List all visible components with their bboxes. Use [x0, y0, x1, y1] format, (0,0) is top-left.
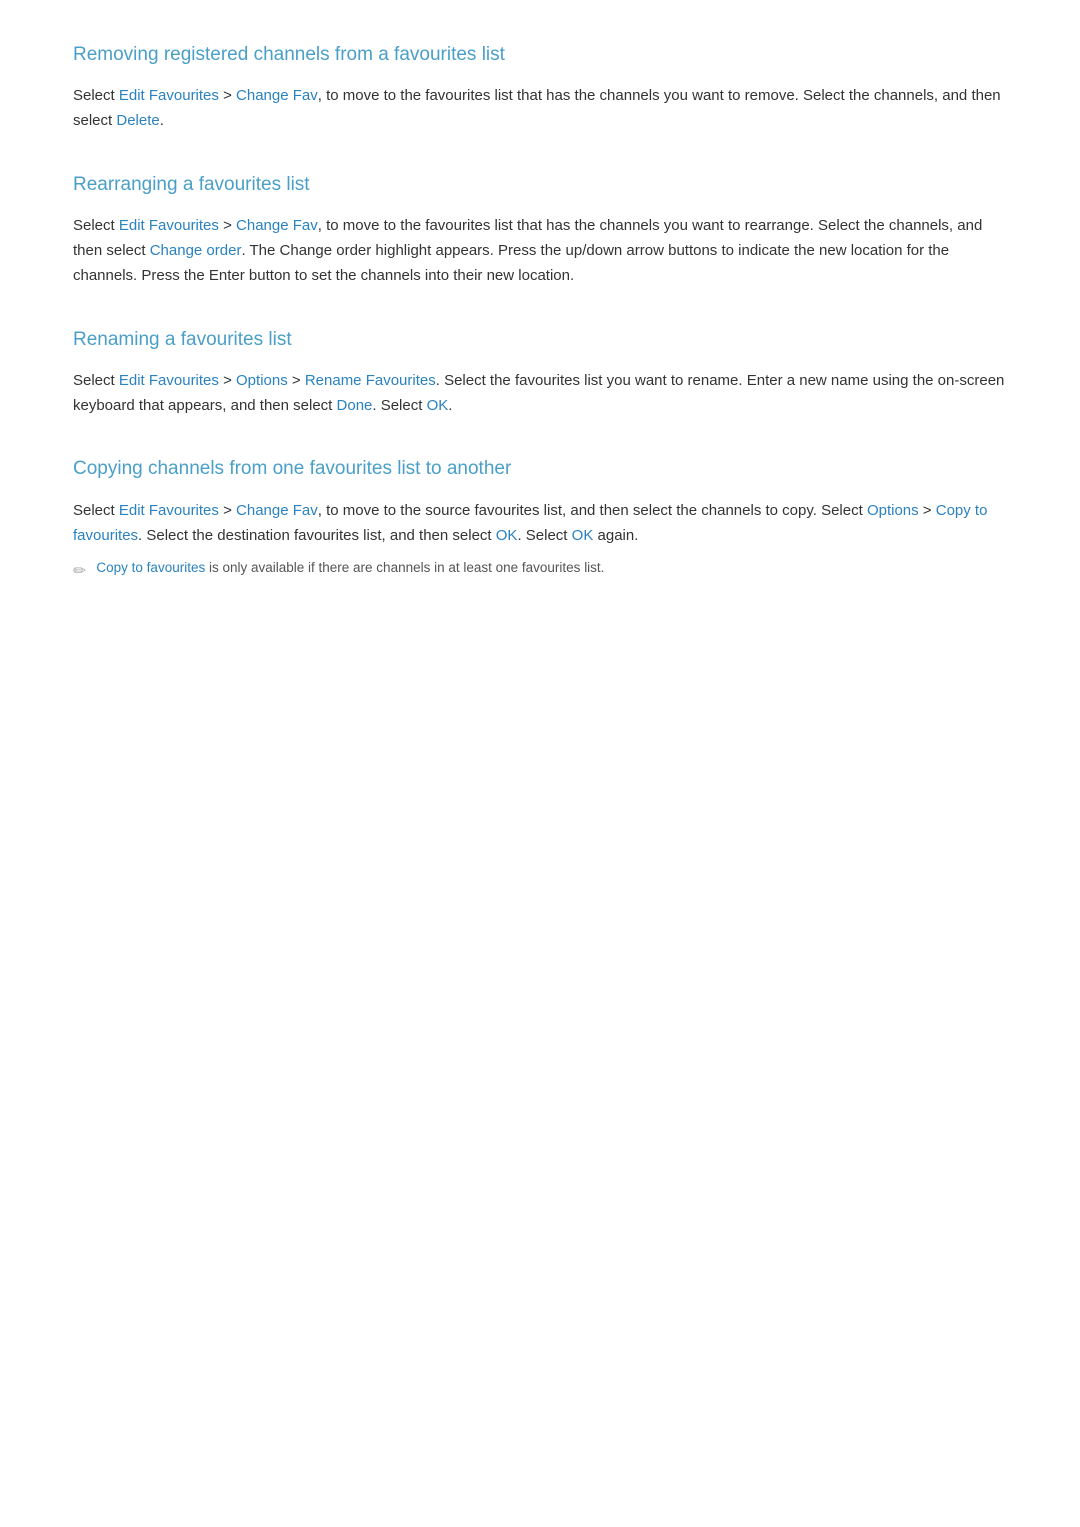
section-copying: Copying channels from one favourites lis…: [73, 454, 1007, 584]
highlight-change-fav-3: Change Fav: [236, 502, 318, 519]
section-title-rearranging: Rearranging a favourites list: [73, 170, 1007, 200]
highlight-edit-favourites-2: Edit Favourites: [119, 217, 219, 234]
highlight-rename-favourites: Rename Favourites: [305, 372, 436, 389]
section-body-removing: Select Edit Favourites > Change Fav, to …: [73, 84, 1007, 134]
highlight-edit-favourites-3: Edit Favourites: [119, 372, 219, 389]
highlight-delete: Delete: [116, 112, 159, 129]
note-highlight-copy-to-favourites: Copy to favourites: [96, 560, 205, 575]
highlight-edit-favourites-1: Edit Favourites: [119, 87, 219, 104]
highlight-change-fav-2: Change Fav: [236, 217, 318, 234]
highlight-change-order: Change order: [150, 242, 242, 259]
section-body-renaming: Select Edit Favourites > Options > Renam…: [73, 369, 1007, 419]
highlight-ok-1: OK: [427, 397, 449, 414]
section-body-copying: Select Edit Favourites > Change Fav, to …: [73, 499, 1007, 549]
highlight-ok-3: OK: [572, 527, 594, 544]
highlight-ok-2: OK: [496, 527, 518, 544]
section-title-renaming: Renaming a favourites list: [73, 325, 1007, 355]
highlight-options-2: Options: [867, 502, 919, 519]
highlight-change-fav-1: Change Fav: [236, 87, 318, 104]
highlight-edit-favourites-4: Edit Favourites: [119, 502, 219, 519]
page-content: Removing registered channels from a favo…: [73, 40, 1007, 585]
section-renaming: Renaming a favourites list Select Edit F…: [73, 325, 1007, 419]
section-rearranging: Rearranging a favourites list Select Edi…: [73, 170, 1007, 289]
section-body-rearranging: Select Edit Favourites > Change Fav, to …: [73, 214, 1007, 288]
note-text-copy: Copy to favourites is only available if …: [96, 558, 604, 578]
section-title-removing: Removing registered channels from a favo…: [73, 40, 1007, 70]
section-title-copying: Copying channels from one favourites lis…: [73, 454, 1007, 484]
section-removing: Removing registered channels from a favo…: [73, 40, 1007, 134]
highlight-done: Done: [337, 397, 373, 414]
pencil-icon: ✏: [73, 559, 86, 585]
note-block-copy: ✏ Copy to favourites is only available i…: [73, 558, 1007, 585]
highlight-options-1: Options: [236, 372, 288, 389]
